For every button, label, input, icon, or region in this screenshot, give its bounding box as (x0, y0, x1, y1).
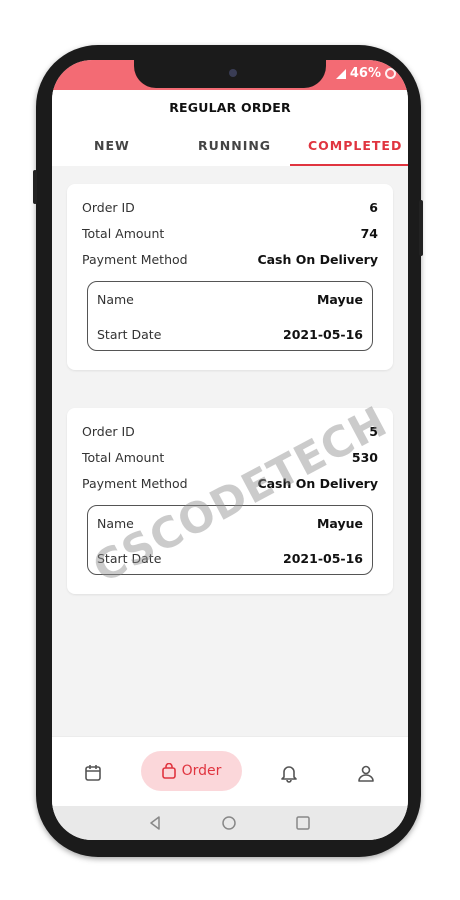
home-icon[interactable] (222, 816, 236, 830)
calendar-icon[interactable] (83, 763, 103, 783)
loading-icon (385, 68, 396, 79)
bag-icon (161, 763, 176, 779)
payment-method-label: Payment Method (82, 476, 188, 491)
total-amount-row: Total Amount 74 (82, 226, 378, 241)
total-amount-label: Total Amount (82, 450, 165, 465)
camera (229, 69, 237, 77)
battery-text: 46% (349, 66, 381, 81)
order-nav-button[interactable]: Order (141, 751, 242, 791)
user-icon[interactable] (356, 763, 376, 783)
start-date-value: 2021-05-16 (283, 551, 363, 566)
page-title: REGULAR ORDER (169, 100, 291, 115)
customer-box: Name Mayue Start Date 2021-05-16 (87, 281, 373, 351)
order-id-row: Order ID 6 (82, 200, 378, 215)
bottom-nav: Order (52, 736, 408, 807)
order-id-label: Order ID (82, 200, 135, 215)
back-icon[interactable] (148, 816, 162, 830)
total-amount-label: Total Amount (82, 226, 165, 241)
order-nav-label: Order (181, 763, 222, 779)
start-date-value: 2021-05-16 (283, 327, 363, 342)
order-id-label: Order ID (82, 424, 135, 439)
volume-button (33, 170, 37, 204)
order-card[interactable]: Order ID 6 Total Amount 74 Payment Metho… (67, 184, 393, 370)
name-row: Name Mayue (97, 292, 363, 307)
tab-running[interactable]: RUNNING (198, 138, 271, 153)
total-amount-value: 74 (360, 226, 378, 241)
name-value: Mayue (316, 292, 363, 307)
payment-method-label: Payment Method (82, 252, 188, 267)
status-bar: 46% (52, 60, 408, 90)
name-value: Mayue (316, 516, 363, 531)
bell-icon[interactable] (279, 763, 299, 783)
power-button (419, 200, 423, 256)
order-id-value: 6 (369, 200, 378, 215)
tab-new[interactable]: NEW (94, 138, 130, 153)
recents-icon[interactable] (296, 816, 310, 830)
system-nav-bar (52, 806, 408, 840)
payment-method-value: Cash On Delivery (257, 252, 378, 267)
status-icons: 46% (335, 66, 396, 81)
name-label: Name (97, 292, 134, 307)
signal-icon (335, 68, 346, 79)
payment-method-row: Payment Method Cash On Delivery (82, 252, 378, 267)
tab-completed[interactable]: COMPLETED (308, 138, 402, 153)
notch (134, 60, 326, 88)
start-date-row: Start Date 2021-05-16 (97, 327, 363, 342)
tab-bar: NEW RUNNING COMPLETED (52, 134, 408, 164)
start-date-label: Start Date (97, 327, 162, 342)
